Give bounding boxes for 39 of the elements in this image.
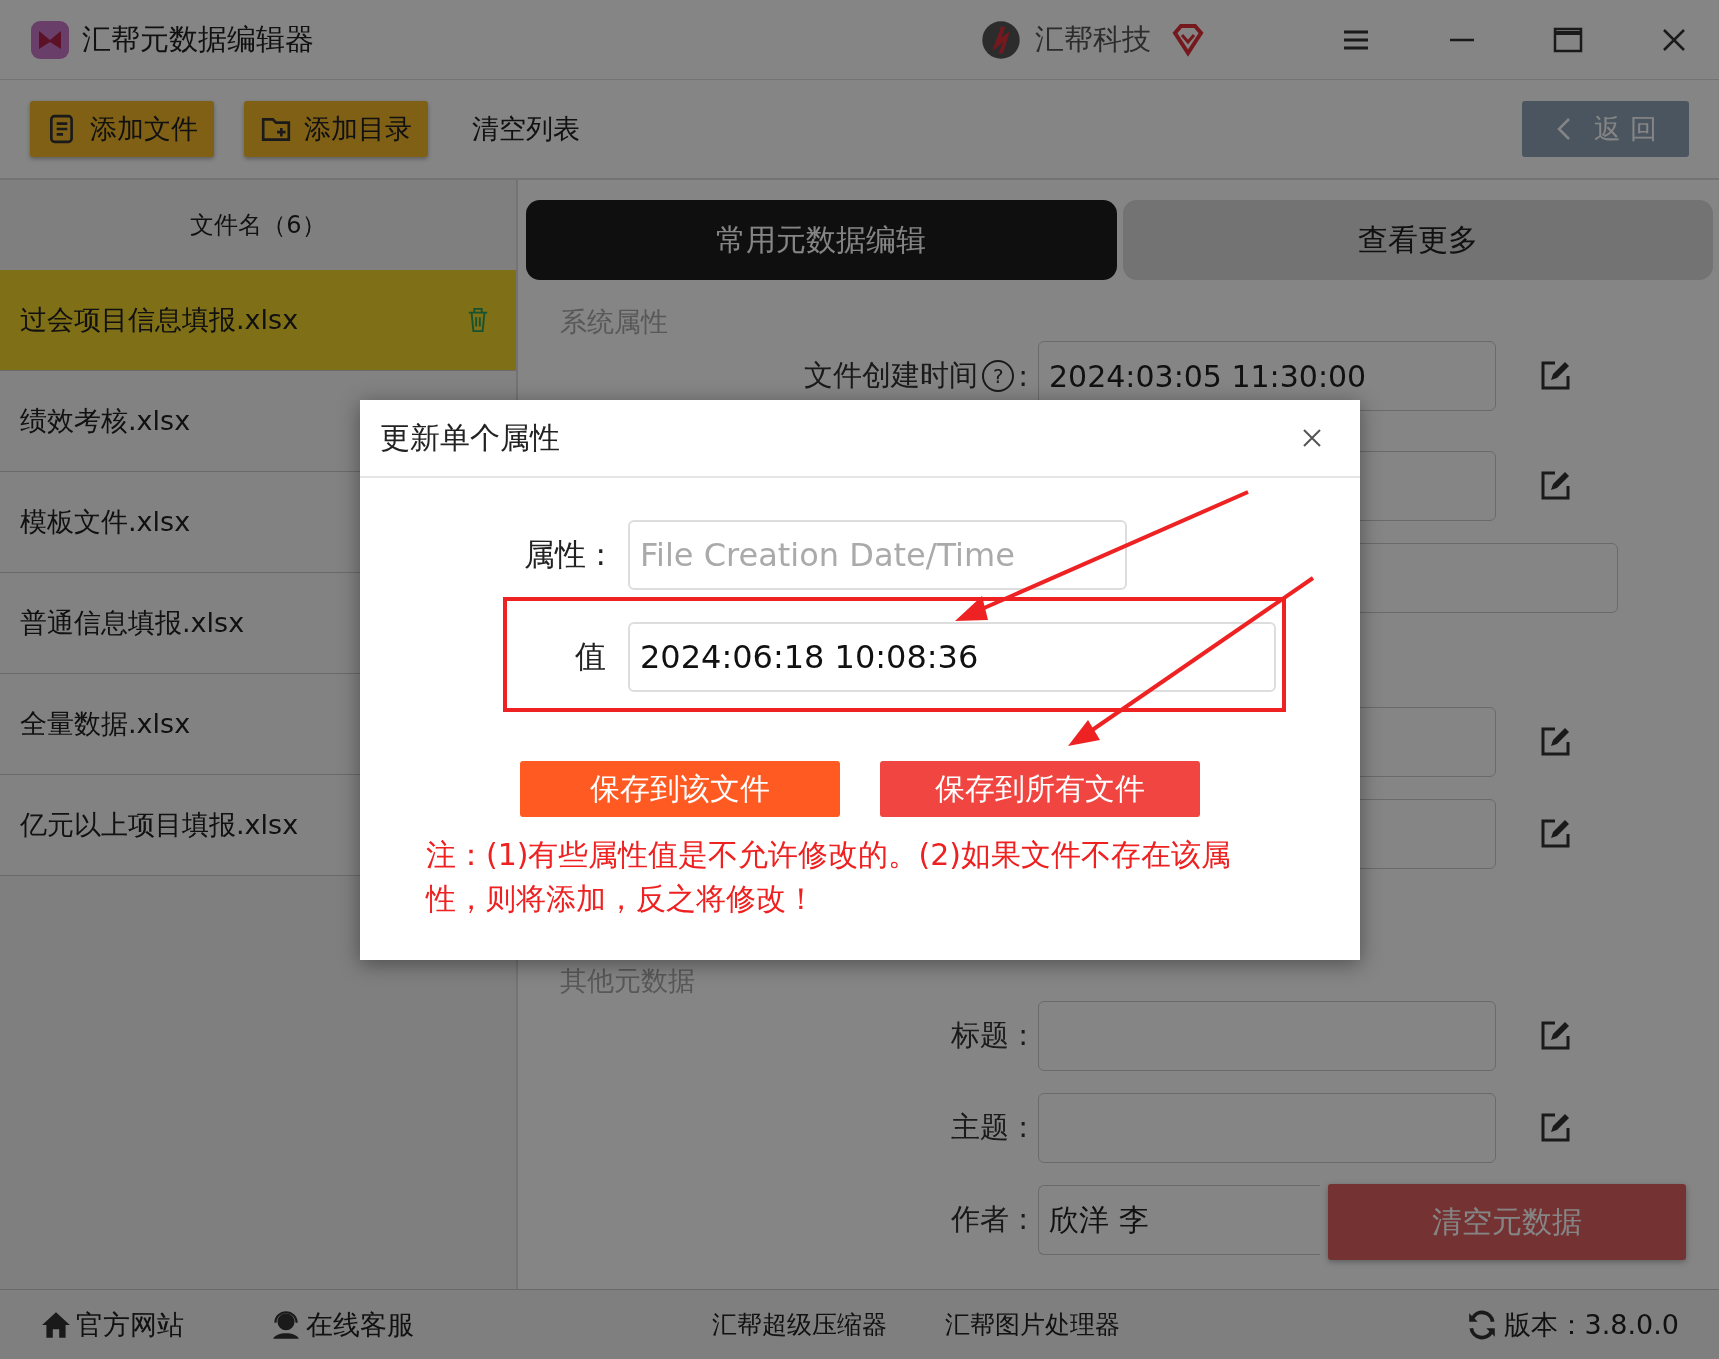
product-link[interactable]: 汇帮图片处理器: [945, 1308, 1120, 1341]
diamond-icon: [1171, 22, 1205, 57]
window-title: 汇帮元数据编辑器: [82, 20, 314, 58]
property-label: 属性 :: [522, 535, 607, 574]
file-item[interactable]: 过会项目信息填报.xlsx: [0, 270, 516, 371]
headset-icon: [270, 1308, 302, 1341]
tab[interactable]: 查看更多: [1122, 200, 1713, 280]
tab[interactable]: 常用元数据编辑: [526, 200, 1117, 280]
app-logo-icon: [30, 19, 70, 60]
product-link[interactable]: 汇帮超级压缩器: [712, 1308, 887, 1341]
input-field[interactable]: [1038, 1001, 1496, 1071]
support-link[interactable]: 在线客服: [270, 1306, 414, 1343]
file-list-header: 文件名（6）: [189, 210, 327, 241]
clear-metadata-button[interactable]: 清空元数据: [1328, 1184, 1686, 1260]
file-name: 全量数据.xlsx: [20, 707, 191, 741]
file-name: 普通信息填报.xlsx: [20, 606, 245, 640]
add-folder-button[interactable]: 添加目录: [244, 101, 428, 157]
version-label: 版本：3.8.0.0: [1503, 1307, 1679, 1342]
input-field[interactable]: 2024:03:05 11:30:00: [1038, 341, 1496, 411]
website-link[interactable]: 官方网站: [40, 1306, 184, 1343]
field-label: 标题 :: [951, 1017, 1028, 1054]
save-to-all-button[interactable]: 保存到所有文件: [880, 761, 1200, 817]
colon: :: [1018, 359, 1028, 393]
file-name: 过会项目信息填报.xlsx: [20, 303, 299, 337]
brand-name: 汇帮科技: [1035, 20, 1151, 58]
value-field[interactable]: 2024:06:18 10:08:36: [628, 622, 1276, 692]
clear-list-button[interactable]: 清空列表: [458, 111, 594, 147]
input-field[interactable]: [1038, 1093, 1496, 1163]
input-field[interactable]: 欣洋 李: [1038, 1185, 1320, 1255]
field-label: 文件创建时间: [804, 357, 979, 394]
add-file-button[interactable]: 添加文件: [30, 101, 214, 157]
save-to-file-button[interactable]: 保存到该文件: [520, 761, 840, 817]
field-label: 作者 :: [951, 1201, 1028, 1238]
field-label: 主题 :: [951, 1109, 1028, 1146]
value-label: 值: [574, 637, 607, 676]
file-name: 绩效考核.xlsx: [20, 404, 191, 438]
file-name: 亿元以上项目填报.xlsx: [20, 808, 299, 842]
file-name: 模板文件.xlsx: [20, 505, 191, 539]
help-button[interactable]: ?: [982, 360, 1015, 392]
